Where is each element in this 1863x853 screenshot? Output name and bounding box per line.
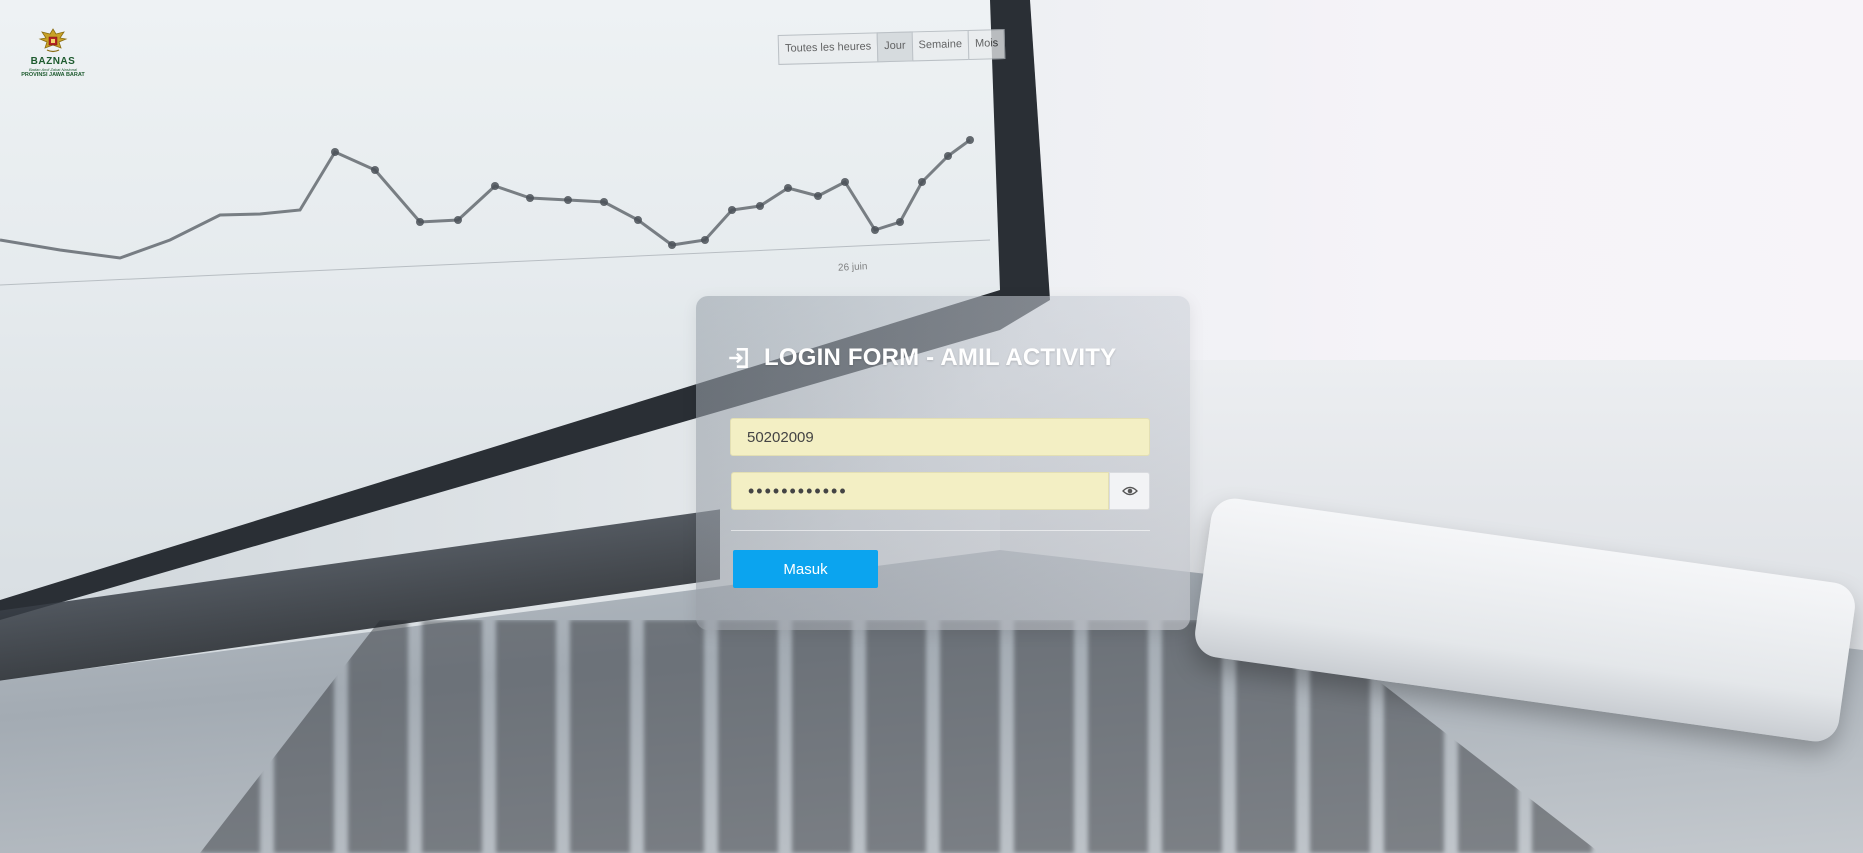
background-timeframe-selector: Toutes les heures Jour Semaine Mois: [777, 29, 1006, 65]
login-page: Toutes les heures Jour Semaine Mois 26 j…: [0, 0, 1863, 853]
login-title: LOGIN FORM - AMIL ACTIVITY: [726, 344, 1116, 372]
login-card: LOGIN FORM - AMIL ACTIVITY Masuk: [696, 296, 1190, 630]
timeframe-option: Semaine: [911, 29, 970, 62]
timeframe-option: Toutes les heures: [777, 32, 879, 65]
brand-region: PROVINSI JAWA BARAT: [21, 72, 85, 78]
timeframe-option-active: Jour: [876, 31, 914, 63]
login-title-text: LOGIN FORM - AMIL ACTIVITY: [764, 344, 1117, 371]
brand-name: BAZNAS: [30, 56, 76, 67]
background-axis-label: 26 juin: [837, 261, 868, 274]
timeframe-option: Mois: [967, 29, 1006, 60]
password-field[interactable]: [731, 472, 1109, 510]
baznas-logo: BAZNAS Badan Amil Zakat Nasional PROVINS…: [14, 26, 92, 79]
form-divider: [731, 530, 1150, 531]
login-icon: [729, 348, 748, 368]
eye-icon: [1121, 486, 1138, 496]
show-password-button[interactable]: [1109, 472, 1150, 510]
garuda-emblem-icon: [38, 28, 68, 53]
username-field[interactable]: [730, 418, 1150, 456]
login-submit-button[interactable]: Masuk: [733, 550, 878, 588]
